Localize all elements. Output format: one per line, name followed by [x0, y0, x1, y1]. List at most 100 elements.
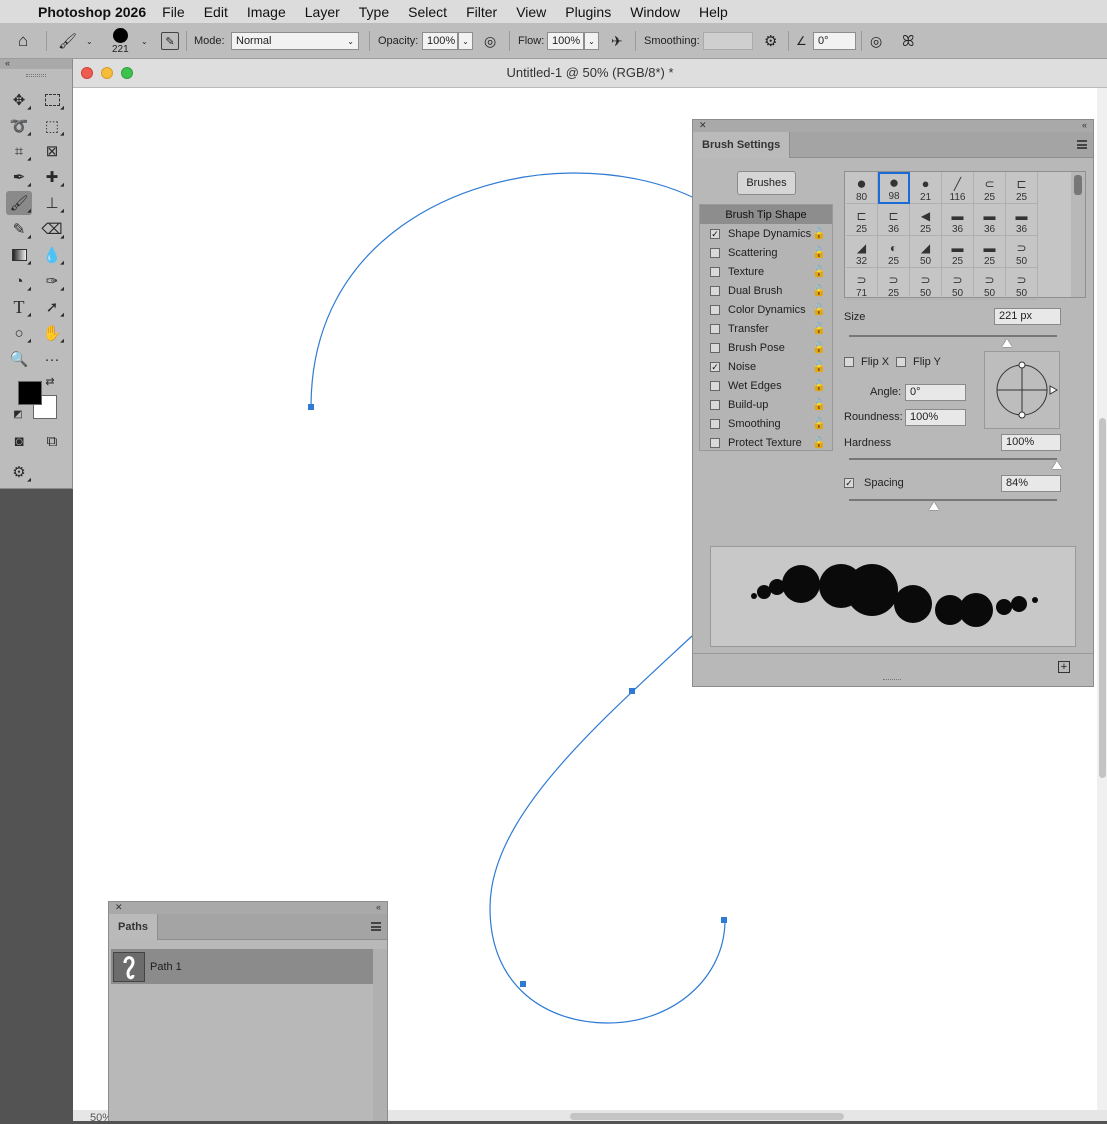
collapse-panel-icon[interactable]: «: [376, 902, 381, 913]
menu-help[interactable]: Help: [699, 4, 728, 20]
menu-window[interactable]: Window: [630, 4, 680, 20]
history-brush-tool-icon[interactable]: ✎ ◢: [6, 217, 32, 241]
brush-option-checkbox[interactable]: [710, 342, 720, 353]
brush-tip-22[interactable]: ⊃ 50: [974, 268, 1006, 300]
new-preset-icon[interactable]: +: [1058, 661, 1070, 673]
flip-y-checkbox[interactable]: [896, 357, 906, 367]
flow-value[interactable]: 100%: [547, 32, 584, 50]
brush-option-texture[interactable]: Texture 🔓: [700, 262, 832, 281]
brush-option-checkbox[interactable]: [710, 418, 720, 429]
type-tool-icon[interactable]: T ◢: [6, 295, 32, 319]
path-selection-tool-icon[interactable]: ➚ ◢: [39, 295, 65, 319]
menu-file[interactable]: File: [162, 4, 185, 20]
menu-filter[interactable]: Filter: [466, 4, 497, 20]
pen-tool-icon[interactable]: ✑ ◢: [39, 269, 65, 293]
brush-tip-15[interactable]: ▬ 25: [942, 236, 974, 268]
brush-tip-6[interactable]: ⊏ 25: [846, 204, 878, 236]
spacing-slider[interactable]: [849, 499, 1057, 501]
mode-select[interactable]: Normal ⌄: [231, 23, 359, 59]
angle-roundness-widget[interactable]: [984, 351, 1060, 429]
opacity-input[interactable]: 100%: [422, 23, 458, 59]
brush-option-scattering[interactable]: Scattering 🔓: [700, 243, 832, 262]
angle-input[interactable]: 0°: [813, 23, 856, 59]
brush-tip-4[interactable]: ⊂ 25: [974, 172, 1006, 204]
brush-tip-21[interactable]: ⊃ 50: [942, 268, 974, 300]
maximize-window-icon[interactable]: [121, 67, 133, 79]
lasso-tool-icon[interactable]: ➰ ◢: [6, 114, 32, 138]
lock-icon[interactable]: 🔓: [812, 265, 826, 278]
brush-tip-1[interactable]: ● 98: [878, 172, 910, 204]
smoothing-input[interactable]: [703, 23, 753, 59]
default-colors-icon[interactable]: ◩: [12, 408, 24, 420]
tab-paths[interactable]: Paths: [109, 914, 158, 940]
more-tools-icon[interactable]: ···: [39, 347, 65, 371]
lock-icon[interactable]: 🔓: [812, 246, 826, 259]
brush-tip-3[interactable]: ╱ 116: [942, 172, 974, 204]
brush-tip-9[interactable]: ▬ 36: [942, 204, 974, 236]
brush-angle-input[interactable]: 0°: [905, 384, 966, 401]
collapse-panel-icon[interactable]: «: [1082, 120, 1087, 131]
eraser-tool-icon[interactable]: ⌫ ◢: [39, 217, 65, 241]
brush-option-transfer[interactable]: Transfer 🔓: [700, 319, 832, 338]
brush-option-brush-pose[interactable]: Brush Pose 🔓: [700, 338, 832, 357]
brush-tip-17[interactable]: ⊃ 50: [1006, 236, 1038, 268]
chevron-down-icon[interactable]: ⌄: [141, 23, 148, 59]
brush-option-checkbox[interactable]: [710, 380, 720, 391]
close-window-icon[interactable]: [81, 67, 93, 79]
brush-tip-23[interactable]: ⊃ 50: [1006, 268, 1038, 300]
brush-option-checkbox[interactable]: ✓: [710, 228, 720, 239]
roundness-input[interactable]: 100%: [905, 409, 966, 426]
symmetry-butterfly-icon[interactable]: ꕤ: [902, 23, 914, 59]
menu-select[interactable]: Select: [408, 4, 447, 20]
gear-icon[interactable]: ⚙: [764, 23, 777, 59]
hardness-slider[interactable]: [849, 458, 1057, 460]
chevron-down-icon[interactable]: ⌄: [86, 23, 93, 59]
angle-value[interactable]: 0°: [813, 32, 856, 50]
hardness-slider-handle[interactable]: [1052, 461, 1062, 469]
menu-layer[interactable]: Layer: [305, 4, 340, 20]
brush-option-noise[interactable]: ✓ Noise 🔓: [700, 357, 832, 376]
brush-tip-13[interactable]: ◐ 25: [878, 236, 910, 268]
paths-scrollbar[interactable]: [373, 949, 387, 1121]
generative-fill-icon[interactable]: ⚙ ◢: [6, 460, 32, 484]
menu-plugins[interactable]: Plugins: [565, 4, 611, 20]
opacity-value[interactable]: 100%: [422, 32, 458, 50]
horizontal-scroll-thumb[interactable]: [570, 1113, 844, 1120]
tip-grid-scrollbar[interactable]: [1071, 172, 1085, 297]
brush-option-checkbox[interactable]: [710, 323, 720, 334]
anchor-point[interactable]: [629, 688, 635, 694]
brush-tip-11[interactable]: ▬ 36: [1006, 204, 1038, 236]
brush-option-shape-dynamics[interactable]: ✓ Shape Dynamics 🔓: [700, 224, 832, 243]
foreground-color-swatch[interactable]: [18, 381, 42, 405]
zoom-tool-icon[interactable]: 🔍: [6, 347, 32, 371]
menu-image[interactable]: Image: [247, 4, 286, 20]
spacing-slider-handle[interactable]: [929, 502, 940, 510]
vertical-scroll-thumb[interactable]: [1099, 418, 1106, 778]
close-panel-icon[interactable]: ✕: [115, 902, 123, 913]
anchor-point[interactable]: [520, 981, 526, 987]
menu-type[interactable]: Type: [359, 4, 389, 20]
gradient-tool-icon[interactable]: ◢: [6, 243, 32, 267]
brush-tip-20[interactable]: ⊃ 50: [910, 268, 942, 300]
flow-input[interactable]: 100%: [547, 23, 584, 59]
brush-option-checkbox[interactable]: ✓: [710, 361, 720, 372]
ellipse-tool-icon[interactable]: ○ ◢: [6, 321, 32, 345]
spacing-option[interactable]: ✓ Spacing: [844, 477, 904, 489]
menu-edit[interactable]: Edit: [204, 4, 228, 20]
brush-tip-8[interactable]: ◀ 25: [910, 204, 942, 236]
app-menu[interactable]: Photoshop 2026: [38, 4, 146, 20]
work-path-curve[interactable]: [310, 172, 726, 1024]
blur-tool-icon[interactable]: 💧 ◢: [39, 243, 65, 267]
healing-brush-tool-icon[interactable]: ✚ ◢: [39, 165, 65, 189]
lock-icon[interactable]: 🔓: [812, 303, 826, 316]
brush-tip-18[interactable]: ⊃ 71: [846, 268, 878, 300]
size-slider[interactable]: [849, 335, 1057, 337]
brushes-button[interactable]: Brushes: [737, 171, 796, 195]
brush-tool-icon[interactable]: 🖌 ◢: [6, 191, 32, 215]
path-list-item[interactable]: Path 1: [111, 949, 373, 984]
panel-menu-icon[interactable]: [1077, 140, 1087, 149]
frame-tool-icon[interactable]: ⊠: [39, 139, 65, 163]
brush-option-smoothing[interactable]: Smoothing 🔓: [700, 414, 832, 433]
brush-tip-5[interactable]: ⊏ 25: [1006, 172, 1038, 204]
lock-icon[interactable]: 🔓: [812, 341, 826, 354]
